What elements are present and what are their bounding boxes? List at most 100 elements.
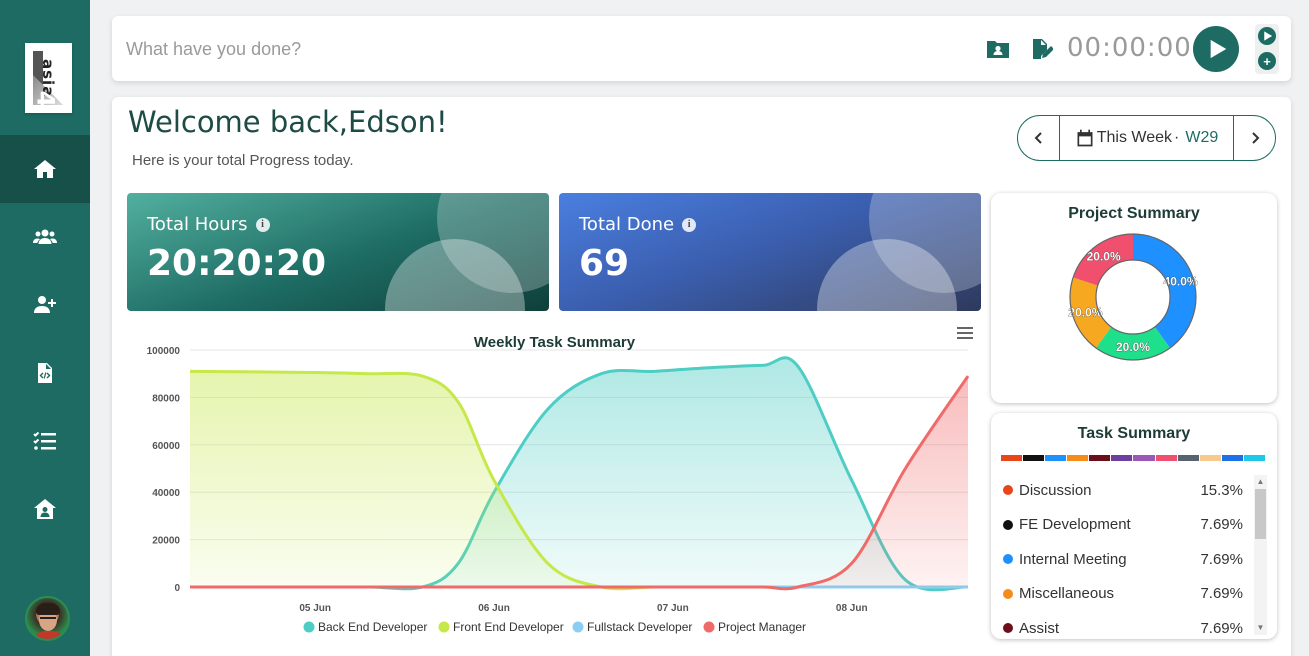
house-user-icon bbox=[34, 499, 56, 519]
small-play-icon bbox=[1264, 31, 1273, 41]
task-bar-segment bbox=[1177, 455, 1199, 461]
task-color-dot bbox=[1003, 588, 1013, 599]
home-icon bbox=[34, 160, 56, 178]
weekly-task-chart: Weekly Task Summary 0 20000 40000 60000 8000… bbox=[127, 324, 992, 644]
y-tick-label: 40000 bbox=[152, 488, 180, 499]
page-subtitle: Here is your total Progress today. bbox=[132, 152, 354, 169]
add-user-icon bbox=[34, 296, 56, 313]
task-color-dot bbox=[1003, 485, 1013, 496]
task-summary-item: Internal Meeting 7.69% bbox=[1003, 542, 1259, 577]
info-icon[interactable]: i bbox=[682, 217, 697, 232]
task-percentage: 7.69% bbox=[1200, 619, 1243, 633]
donut-inner-outline bbox=[1095, 259, 1171, 335]
avatar-shirt bbox=[33, 631, 65, 639]
task-summary-item: Miscellaneous 7.69% bbox=[1003, 577, 1259, 612]
resume-button[interactable] bbox=[1258, 27, 1276, 45]
task-name: Internal Meeting bbox=[1019, 550, 1127, 568]
sidebar-item-house-user[interactable] bbox=[0, 475, 90, 543]
sidebar-item-home[interactable] bbox=[0, 135, 90, 203]
legend-label: Back End Developer bbox=[318, 620, 427, 634]
task-percentage: 7.69% bbox=[1200, 550, 1243, 568]
task-bar-segment bbox=[1067, 455, 1089, 461]
task-name: FE Development bbox=[1019, 516, 1131, 534]
task-summary-item: FE Development 7.69% bbox=[1003, 508, 1259, 543]
chevron-left-icon bbox=[1034, 132, 1042, 144]
logo-digit: 4 bbox=[31, 90, 60, 108]
x-tick-label: 08 Jun bbox=[836, 603, 868, 614]
legend-marker bbox=[438, 621, 450, 633]
scroll-up-icon[interactable]: ▲ bbox=[1255, 477, 1266, 487]
task-percentage: 15.3% bbox=[1200, 481, 1243, 499]
total-done-value: 69 bbox=[579, 243, 630, 284]
avatar[interactable] bbox=[25, 596, 70, 641]
task-summary-card: Task Summary Discussion 15.3% FE Developme… bbox=[991, 413, 1277, 639]
timer-display: 00:00:00 bbox=[1067, 33, 1192, 63]
donut-slice-label: 20.0% bbox=[1116, 340, 1150, 354]
y-tick-label: 0 bbox=[174, 583, 180, 594]
task-bar-segment bbox=[1089, 455, 1111, 461]
week-label-button[interactable]: This Week · W29 bbox=[1059, 116, 1234, 160]
avatar-hair bbox=[36, 603, 60, 615]
timer-bar: 00:00:00 + bbox=[112, 16, 1291, 81]
task-name: Discussion bbox=[1019, 481, 1092, 499]
task-color-dot bbox=[1003, 623, 1013, 633]
task-bar-segment bbox=[1045, 455, 1067, 461]
folder-user-icon bbox=[987, 41, 1009, 58]
task-description-input[interactable] bbox=[126, 36, 726, 62]
legend-marker bbox=[703, 621, 715, 633]
chart-menu-icon[interactable] bbox=[957, 327, 973, 341]
total-done-label: Total Done i bbox=[579, 214, 697, 235]
task-color-dot bbox=[1003, 554, 1013, 565]
total-hours-card: Total Hours i 20:20:20 bbox=[127, 193, 549, 311]
task-name: Miscellaneous bbox=[1019, 585, 1115, 603]
total-done-title: Total Done bbox=[579, 214, 675, 235]
avatar-glasses bbox=[40, 617, 56, 621]
sidebar-item-task-list[interactable] bbox=[0, 407, 90, 475]
sidebar-item-code-file[interactable] bbox=[0, 339, 90, 407]
next-week-button[interactable] bbox=[1234, 116, 1275, 160]
chart-svg: 02000040000600008000010000005 Jun 06 Jun 0… bbox=[147, 346, 970, 634]
task-name: Assist bbox=[1019, 619, 1060, 633]
plus-icon: + bbox=[1263, 53, 1271, 69]
task-bar-segment bbox=[1155, 455, 1177, 461]
sidebar-item-add-user[interactable] bbox=[0, 271, 90, 339]
task-color-dot bbox=[1003, 519, 1013, 530]
legend-label: Front End Developer bbox=[453, 620, 564, 634]
total-hours-value: 20:20:20 bbox=[147, 243, 327, 284]
task-summary-list: Discussion 15.3% FE Development 7.69% Intern… bbox=[1003, 473, 1259, 633]
info-icon[interactable]: i bbox=[255, 217, 270, 232]
project-button[interactable] bbox=[985, 36, 1011, 62]
page-title: Welcome back,Edson! bbox=[128, 105, 448, 139]
task-percentage: 7.69% bbox=[1200, 585, 1243, 603]
y-tick-label: 80000 bbox=[152, 393, 180, 404]
scrollbar-thumb[interactable] bbox=[1255, 489, 1266, 539]
chevron-right-icon bbox=[1251, 132, 1259, 144]
y-tick-label: 20000 bbox=[152, 536, 180, 547]
task-list-icon bbox=[33, 431, 56, 450]
task-list-scrollbar[interactable]: ▲ ▼ bbox=[1254, 475, 1267, 635]
task-summary-title: Task Summary bbox=[1077, 425, 1191, 442]
start-timer-button[interactable] bbox=[1193, 26, 1239, 72]
task-bar-segment bbox=[1111, 455, 1133, 461]
file-edit-icon bbox=[1033, 39, 1053, 59]
sidebar-item-users[interactable] bbox=[0, 203, 90, 271]
legend-marker bbox=[572, 621, 584, 633]
task-bar-segment bbox=[1133, 455, 1155, 461]
code-file-icon bbox=[38, 363, 52, 383]
app-logo[interactable]: asia 4 bbox=[25, 43, 72, 113]
add-entry-button[interactable]: + bbox=[1258, 52, 1276, 70]
project-summary-card: Project Summary 40.0% 20.0% 20.0% 20.0% bbox=[991, 193, 1277, 403]
week-label: This Week bbox=[1096, 129, 1173, 146]
total-hours-label: Total Hours i bbox=[147, 214, 270, 235]
users-icon bbox=[33, 229, 57, 244]
x-tick-label: 07 Jun bbox=[657, 603, 689, 614]
week-separator: · bbox=[1174, 129, 1180, 146]
project-donut-chart: 40.0%20.0%20.0%20.0% bbox=[1068, 233, 1198, 361]
chart-title: Weekly Task Summary bbox=[473, 334, 636, 351]
scroll-down-icon[interactable]: ▼ bbox=[1255, 623, 1266, 633]
task-type-button[interactable] bbox=[1028, 36, 1054, 62]
prev-week-button[interactable] bbox=[1018, 116, 1059, 160]
legend-marker bbox=[303, 621, 315, 633]
task-bar-segment bbox=[1001, 455, 1023, 461]
total-done-card: Total Done i 69 bbox=[559, 193, 981, 311]
